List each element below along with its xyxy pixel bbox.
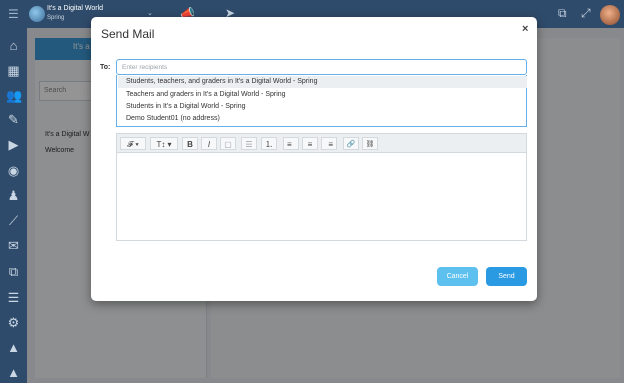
align-right-button[interactable]: ≡ bbox=[321, 137, 337, 150]
recipient-option[interactable]: Teachers and graders in It's a Digital W… bbox=[126, 89, 521, 101]
class-title[interactable]: It's a Digital World bbox=[47, 5, 103, 13]
expand-icon[interactable]: ⤢ bbox=[581, 6, 591, 21]
align-left-button[interactable]: ≡ bbox=[283, 137, 299, 150]
numbered-list-button[interactable]: ⒈ bbox=[261, 137, 277, 150]
recipient-option[interactable]: Demo Student01 (no address) bbox=[126, 113, 521, 125]
documents-icon[interactable]: ⧉ bbox=[6, 264, 21, 279]
users-icon[interactable]: 👥 bbox=[6, 88, 22, 103]
unlink-button[interactable]: ⛓ bbox=[362, 137, 378, 150]
avatar[interactable] bbox=[600, 5, 620, 25]
class-subtitle: Spring bbox=[47, 15, 65, 21]
play-icon[interactable]: ▶ bbox=[6, 137, 21, 152]
chart-icon[interactable]: ⟋ bbox=[6, 213, 21, 228]
close-icon[interactable]: × bbox=[522, 23, 528, 35]
bullet-list-button[interactable]: ☰ bbox=[241, 137, 257, 150]
to-label: To: bbox=[100, 64, 111, 71]
warning-icon[interactable]: ▲ bbox=[6, 340, 21, 355]
palette-icon[interactable]: ◉ bbox=[6, 163, 21, 178]
recipients-dropdown: Students, teachers, and graders in It's … bbox=[116, 75, 527, 127]
copy-icon[interactable]: ⧉ bbox=[558, 6, 567, 21]
editor-toolbar: 𝓕 ▾ T↕ ▾ B I ▢ ☰ ⒈ ≡ ≡ ≡ 🔗 ⛓ bbox=[116, 133, 527, 153]
align-center-button[interactable]: ≡ bbox=[302, 137, 318, 150]
recipient-option[interactable]: Students in It's a Digital World - Sprin… bbox=[126, 101, 521, 113]
edit-icon[interactable]: ✎ bbox=[6, 112, 21, 127]
bold-button[interactable]: B bbox=[182, 137, 198, 150]
sidebar: ⌂ ▦ 👥 ✎ ▶ ◉ ♟ ⟋ ✉ ⧉ ☰ ⚙ ▲ ▲ bbox=[0, 28, 27, 383]
recipient-option[interactable]: Students, teachers, and graders in It's … bbox=[118, 76, 527, 88]
chevron-down-icon[interactable]: ⌄ bbox=[147, 9, 153, 17]
home-icon[interactable]: ⌂ bbox=[6, 38, 21, 53]
alert-icon[interactable]: ▲ bbox=[6, 365, 21, 380]
mail-icon[interactable]: ✉ bbox=[6, 238, 21, 253]
settings-icon[interactable]: ⚙ bbox=[6, 315, 21, 330]
cancel-button[interactable]: Cancel bbox=[437, 267, 478, 286]
underline-button[interactable]: ▢ bbox=[220, 137, 236, 150]
send-button[interactable]: Send bbox=[486, 267, 527, 286]
link-button[interactable]: 🔗 bbox=[343, 137, 359, 150]
font-family-button[interactable]: 𝓕 ▾ bbox=[120, 137, 146, 150]
send-mail-dialog: Send Mail × To: Students, teachers, and … bbox=[91, 17, 537, 301]
recipients-input[interactable] bbox=[116, 59, 527, 75]
list-icon[interactable]: ☰ bbox=[6, 290, 21, 305]
dialog-title: Send Mail bbox=[101, 27, 155, 41]
calendar-icon[interactable]: ▦ bbox=[6, 63, 21, 78]
person-icon[interactable]: ♟ bbox=[6, 188, 21, 203]
message-editor[interactable] bbox=[116, 153, 527, 241]
menu-icon[interactable]: ☰ bbox=[8, 7, 19, 21]
class-logo-icon bbox=[29, 6, 45, 22]
italic-button[interactable]: I bbox=[201, 137, 217, 150]
font-size-button[interactable]: T↕ ▾ bbox=[150, 137, 178, 150]
